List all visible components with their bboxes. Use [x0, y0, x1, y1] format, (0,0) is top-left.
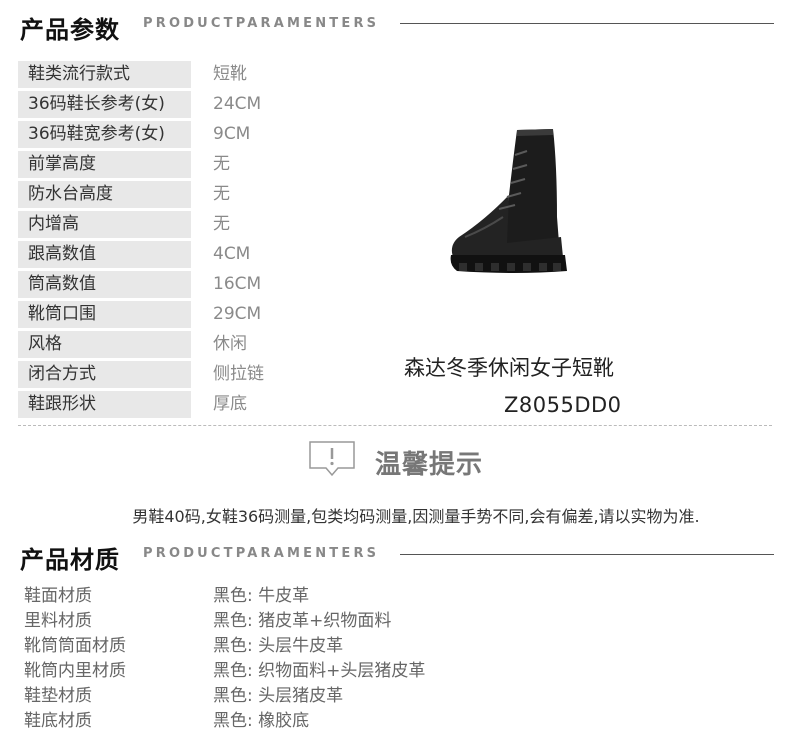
- param-label: 风格: [18, 331, 191, 358]
- materials-section-subtitle: PRODUCTPARAMENTERS: [143, 546, 380, 561]
- tip-title: 温馨提示: [375, 450, 484, 480]
- material-row: 里料材质 黑色: 猪皮革+织物面料: [24, 610, 524, 635]
- param-label: 前掌高度: [18, 151, 191, 178]
- param-label: 内增高: [18, 211, 191, 238]
- material-label: 鞋底材质: [24, 711, 92, 731]
- param-label: 鞋类流行款式: [18, 61, 191, 88]
- dotted-divider: [18, 425, 772, 426]
- param-label: 防水台高度: [18, 181, 191, 208]
- material-row: 靴筒内里材质 黑色: 织物面料+头层猪皮革: [24, 660, 524, 685]
- param-label: 鞋跟形状: [18, 391, 191, 418]
- product-boot-image: [450, 129, 567, 273]
- material-row: 鞋底材质 黑色: 橡胶底: [24, 710, 524, 735]
- param-value: 侧拉链: [213, 364, 264, 384]
- param-row: 防水台高度 无: [18, 181, 308, 211]
- params-section-subtitle: PRODUCTPARAMENTERS: [143, 16, 380, 31]
- params-section-rule: [400, 23, 774, 24]
- param-row: 跟高数值 4CM: [18, 241, 308, 271]
- param-label: 靴筒口围: [18, 301, 191, 328]
- param-label: 36码鞋长参考(女): [18, 91, 191, 118]
- param-value: 4CM: [213, 244, 251, 264]
- param-row: 风格 休闲: [18, 331, 308, 361]
- material-label: 靴筒筒面材质: [24, 636, 126, 656]
- param-value: 厚底: [213, 394, 247, 414]
- param-label: 筒高数值: [18, 271, 191, 298]
- param-row: 前掌高度 无: [18, 151, 308, 181]
- param-value: 24CM: [213, 94, 262, 114]
- param-value: 9CM: [213, 124, 251, 144]
- param-row: 闭合方式 侧拉链: [18, 361, 308, 391]
- param-label: 36码鞋宽参考(女): [18, 121, 191, 148]
- material-label: 里料材质: [24, 611, 92, 631]
- param-value: 16CM: [213, 274, 262, 294]
- params-section-title: 产品参数: [20, 16, 120, 44]
- product-name: 森达冬季休闲女子短靴: [404, 356, 614, 380]
- material-row: 鞋垫材质 黑色: 头层猪皮革: [24, 685, 524, 710]
- materials-table: 鞋面材质 黑色: 牛皮革 里料材质 黑色: 猪皮革+织物面料 靴筒筒面材质 黑色…: [24, 585, 524, 735]
- product-code: Z8055DD0: [504, 393, 622, 417]
- material-value: 黑色: 橡胶底: [213, 711, 310, 731]
- material-row: 靴筒筒面材质 黑色: 头层牛皮革: [24, 635, 524, 660]
- param-value: 短靴: [213, 64, 247, 84]
- param-row: 36码鞋长参考(女) 24CM: [18, 91, 308, 121]
- params-table: 鞋类流行款式 短靴 36码鞋长参考(女) 24CM 36码鞋宽参考(女) 9CM…: [18, 61, 308, 421]
- material-label: 靴筒内里材质: [24, 661, 126, 681]
- param-value: 无: [213, 154, 230, 174]
- material-value: 黑色: 织物面料+头层猪皮革: [213, 661, 426, 681]
- material-label: 鞋垫材质: [24, 686, 92, 706]
- material-label: 鞋面材质: [24, 586, 92, 606]
- param-row: 靴筒口围 29CM: [18, 301, 308, 331]
- materials-section-rule: [400, 554, 774, 555]
- param-label: 闭合方式: [18, 361, 191, 388]
- param-row: 内增高 无: [18, 211, 308, 241]
- material-value: 黑色: 头层牛皮革: [213, 636, 344, 656]
- speech-bubble-exclamation-icon: [309, 441, 355, 477]
- param-value: 休闲: [213, 334, 247, 354]
- param-value: 29CM: [213, 304, 262, 324]
- param-value: 无: [213, 184, 230, 204]
- material-value: 黑色: 头层猪皮革: [213, 686, 344, 706]
- material-value: 黑色: 猪皮革+织物面料: [213, 611, 392, 631]
- material-row: 鞋面材质 黑色: 牛皮革: [24, 585, 524, 610]
- param-row: 鞋类流行款式 短靴: [18, 61, 308, 91]
- param-label: 跟高数值: [18, 241, 191, 268]
- tip-text: 男鞋40码,女鞋36码测量,包类均码测量,因测量手势不同,会有偏差,请以实物为准…: [132, 507, 700, 526]
- param-value: 无: [213, 214, 230, 234]
- param-row: 鞋跟形状 厚底: [18, 391, 308, 421]
- param-row: 36码鞋宽参考(女) 9CM: [18, 121, 308, 151]
- param-row: 筒高数值 16CM: [18, 271, 308, 301]
- materials-section-title: 产品材质: [20, 546, 120, 574]
- material-value: 黑色: 牛皮革: [213, 586, 310, 606]
